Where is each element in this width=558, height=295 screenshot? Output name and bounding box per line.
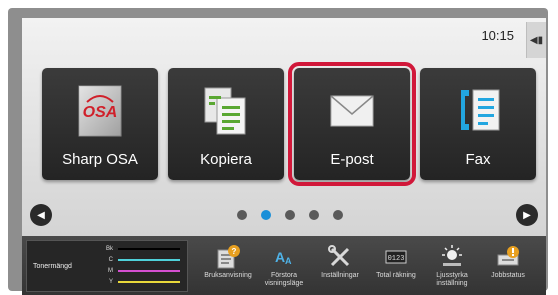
toner-row-m: M bbox=[103, 268, 180, 274]
function-label: Inställningar bbox=[321, 272, 359, 279]
tile-fax[interactable]: Fax bbox=[420, 68, 536, 180]
toner-bar-cyan bbox=[118, 259, 180, 261]
function-label: Jobbstatus bbox=[491, 272, 525, 279]
next-page-button[interactable]: ▶ bbox=[516, 204, 538, 226]
home-screen: 10:15 ◀▮ OSA Sharp OSA Kopiera E-post Fa… bbox=[22, 18, 546, 295]
brightness-button[interactable]: Ljusstyrka inställning bbox=[426, 242, 478, 295]
toner-row-c: C bbox=[103, 257, 180, 263]
settings-button[interactable]: Inställningar bbox=[314, 242, 366, 295]
page-indicator bbox=[237, 210, 343, 220]
function-label: Bruksanvisning bbox=[204, 272, 252, 279]
copy-icon bbox=[199, 82, 253, 143]
page-dot[interactable] bbox=[285, 210, 295, 220]
clock: 10:15 bbox=[481, 28, 514, 43]
tile-kopiera[interactable]: Kopiera bbox=[168, 68, 284, 180]
tile-label: Sharp OSA bbox=[62, 151, 138, 168]
envelope-icon bbox=[325, 82, 379, 143]
page-dot-current[interactable] bbox=[261, 210, 271, 220]
counter-icon: 0123 bbox=[370, 242, 422, 272]
sharp-osa-icon: OSA bbox=[73, 82, 127, 143]
toner-label: C bbox=[108, 257, 113, 263]
toner-label: Bk bbox=[105, 246, 113, 252]
manual-icon: ? bbox=[202, 242, 254, 272]
toner-bar-yellow bbox=[118, 281, 180, 283]
tile-label: E-post bbox=[330, 151, 374, 168]
svg-text:A: A bbox=[275, 249, 285, 265]
expand-left-icon: ◀▮ bbox=[529, 34, 544, 46]
enlarge-display-button[interactable]: A A Förstora visningsläge bbox=[258, 242, 310, 295]
brightness-icon bbox=[426, 242, 478, 272]
toner-title: Tonermängd bbox=[33, 263, 72, 270]
tile-label: Kopiera bbox=[200, 151, 252, 168]
toner-row-y: Y bbox=[103, 279, 180, 285]
svg-text:?: ? bbox=[232, 247, 237, 256]
device-panel-frame: 10:15 ◀▮ OSA Sharp OSA Kopiera E-post Fa… bbox=[8, 8, 548, 295]
function-label: Ljusstyrka inställning bbox=[436, 272, 468, 287]
toner-bar-magenta bbox=[118, 270, 180, 272]
side-panel-toggle[interactable]: ◀▮ bbox=[526, 22, 546, 58]
enlarge-display-icon: A A bbox=[258, 242, 310, 272]
job-status-button[interactable]: Jobbstatus bbox=[482, 242, 534, 295]
fax-icon bbox=[451, 82, 505, 143]
chevron-right-icon: ▶ bbox=[523, 209, 531, 221]
tile-sharp-osa[interactable]: OSA Sharp OSA bbox=[42, 68, 158, 180]
function-label: Förstora visningsläge bbox=[264, 272, 304, 287]
svg-text:A: A bbox=[285, 256, 292, 266]
svg-text:OSA: OSA bbox=[83, 104, 118, 121]
previous-page-button[interactable]: ◀ bbox=[30, 204, 52, 226]
page-dot[interactable] bbox=[237, 210, 247, 220]
chevron-left-icon: ◀ bbox=[37, 209, 45, 221]
toner-label: M bbox=[108, 268, 113, 274]
tile-label: Fax bbox=[465, 151, 491, 168]
svg-text:0123: 0123 bbox=[388, 255, 405, 263]
toner-row-bk: Bk bbox=[103, 246, 180, 252]
function-bar: Tonermängd Bk C M Y ? Bruksanvisning A A… bbox=[22, 236, 546, 295]
manual-button[interactable]: ? Bruksanvisning bbox=[202, 242, 254, 295]
total-count-button[interactable]: 0123 Total räkning bbox=[370, 242, 422, 295]
job-status-icon bbox=[482, 242, 534, 272]
function-label: Total räkning bbox=[376, 272, 416, 279]
toner-label: Y bbox=[108, 279, 113, 285]
settings-tools-icon bbox=[314, 242, 366, 272]
toner-bar-black bbox=[118, 248, 180, 250]
toner-level-panel[interactable]: Tonermängd Bk C M Y bbox=[26, 240, 188, 292]
page-dot[interactable] bbox=[333, 210, 343, 220]
page-dot[interactable] bbox=[309, 210, 319, 220]
tile-e-post[interactable]: E-post bbox=[288, 62, 416, 186]
